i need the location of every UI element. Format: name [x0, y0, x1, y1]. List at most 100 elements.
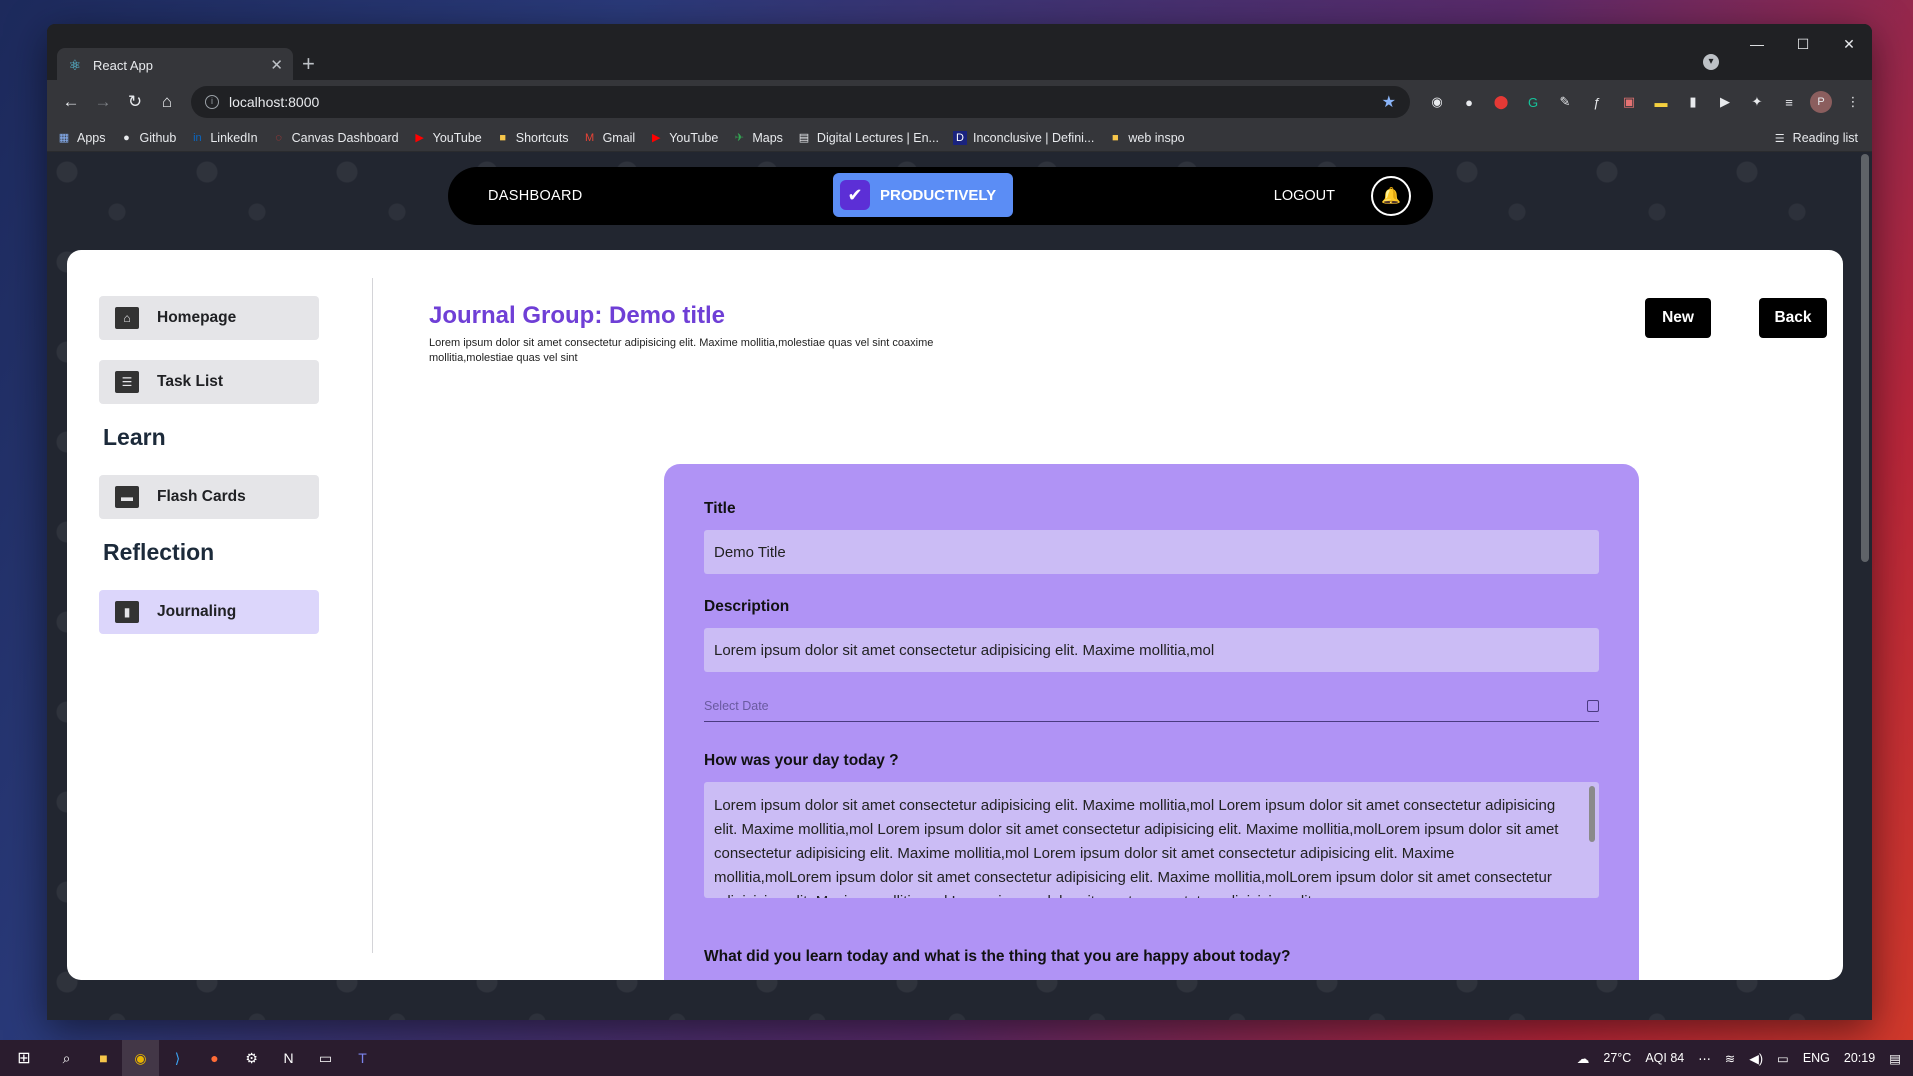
notion-icon[interactable]: N [270, 1040, 307, 1076]
extension-icon[interactable]: ▶ [1714, 91, 1736, 113]
brand-logo[interactable]: ✔ PRODUCTIVELY [833, 173, 1013, 217]
tab-title: React App [93, 57, 153, 73]
terminal-icon[interactable]: ▭ [307, 1040, 344, 1076]
menu-kebab-icon[interactable]: ⋮ [1842, 91, 1864, 113]
sidebar-item-label: Task List [157, 373, 224, 390]
profile-avatar[interactable]: P [1810, 91, 1832, 113]
back-button[interactable]: Back [1759, 298, 1827, 338]
browser-tab[interactable]: ⚛ React App ✕ [57, 48, 293, 82]
battery-icon[interactable]: ▭ [1777, 1051, 1789, 1066]
bell-icon[interactable]: 🔔 [1371, 176, 1411, 216]
reading-list-icon: ☰ [1774, 132, 1785, 145]
tab-search-icon[interactable]: ▾ [1703, 54, 1719, 70]
url-text[interactable]: localhost:8000 [229, 94, 1382, 110]
reload-icon[interactable]: ↻ [119, 92, 151, 112]
q1-text: Lorem ipsum dolor sit amet consectetur a… [714, 797, 1559, 898]
sidebar-item-task-list[interactable]: ☰ Task List [99, 360, 319, 404]
lectures-icon: ▤ [798, 132, 810, 144]
new-tab-button[interactable]: + [302, 51, 315, 77]
extensions-bar: ◉ ● ⬤ G ✎ ƒ ▣ ▬ ▮ ▶ ✦ ≡ P ⋮ [1426, 91, 1864, 113]
minimize-icon[interactable]: — [1734, 24, 1780, 64]
sidebar-item-homepage[interactable]: ⌂ Homepage [99, 296, 319, 340]
chrome-icon[interactable]: ◉ [122, 1040, 159, 1076]
extension-icon[interactable]: ⬤ [1490, 91, 1512, 113]
bookmark-star-icon[interactable]: ★ [1382, 92, 1396, 112]
grammarly-icon[interactable]: G [1522, 91, 1544, 113]
close-window-icon[interactable]: ✕ [1826, 24, 1872, 64]
clock[interactable]: 20:19 [1844, 1051, 1875, 1065]
forward-arrow-icon[interactable]: → [87, 92, 119, 112]
extension-icon[interactable]: ▮ [1682, 91, 1704, 113]
reading-list-button[interactable]: ☰ Reading list [1773, 131, 1858, 145]
vscode-icon[interactable]: ⟩ [159, 1040, 196, 1076]
bookmark-shortcuts[interactable]: ■ Shortcuts [496, 131, 568, 145]
new-button[interactable]: New [1645, 298, 1711, 338]
weather-icon[interactable]: ☁ [1577, 1051, 1590, 1066]
description-input[interactable]: Lorem ipsum dolor sit amet consectetur a… [704, 628, 1599, 672]
media-control-icon[interactable]: ≡ [1778, 91, 1800, 113]
volume-icon[interactable]: ◀) [1749, 1051, 1763, 1066]
teams-icon[interactable]: T [344, 1040, 381, 1076]
notifications-icon[interactable]: ▤ [1889, 1051, 1901, 1066]
language-indicator[interactable]: ENG [1803, 1051, 1830, 1065]
bookmark-gmail[interactable]: M Gmail [583, 131, 635, 145]
puzzle-icon[interactable]: ✦ [1746, 91, 1768, 113]
date-picker[interactable]: Select Date [704, 690, 1599, 722]
page-viewport: DASHBOARD ✔ PRODUCTIVELY LOGOUT 🔔 ⌂ Home… [47, 152, 1872, 1020]
search-icon[interactable]: ⌕ [48, 1040, 85, 1076]
q1-textarea[interactable]: Lorem ipsum dolor sit amet consectetur a… [704, 782, 1599, 898]
bookmark-web-inspo[interactable]: ■ web inspo [1108, 131, 1185, 145]
sidebar-item-flash-cards[interactable]: ▬ Flash Cards [99, 475, 319, 519]
extension-icon[interactable]: ✎ [1554, 91, 1576, 113]
q2-label: What did you learn today and what is the… [704, 948, 1291, 965]
scrollbar-thumb[interactable] [1861, 154, 1869, 562]
apps-grid-icon: ▦ [58, 132, 70, 144]
tab-strip: ⚛ React App ✕ + ▾ — ☐ ✕ [47, 24, 1872, 82]
app-icon[interactable]: ⚙ [233, 1040, 270, 1076]
site-info-icon[interactable]: i [205, 95, 219, 109]
maximize-icon[interactable]: ☐ [1780, 24, 1826, 64]
extension-icon[interactable]: ▬ [1650, 91, 1672, 113]
bookmark-github[interactable]: ● Github [120, 131, 176, 145]
page-description: Lorem ipsum dolor sit amet consectetur a… [429, 337, 934, 364]
overflow-icon[interactable]: ⋯ [1698, 1051, 1711, 1066]
dashboard-link[interactable]: DASHBOARD [488, 188, 583, 204]
extension-icon[interactable]: ƒ [1586, 91, 1608, 113]
extension-icon[interactable]: ▣ [1618, 91, 1640, 113]
weather-temp[interactable]: 27°C [1603, 1051, 1631, 1065]
bookmark-maps[interactable]: ✈ Maps [732, 131, 783, 145]
textarea-scrollbar[interactable] [1589, 786, 1595, 842]
bookmark-inconclusive[interactable]: D Inconclusive | Defini... [952, 130, 1094, 145]
home-icon[interactable]: ⌂ [151, 92, 183, 112]
react-icon: ⚛ [68, 57, 82, 73]
back-arrow-icon[interactable]: ← [55, 92, 87, 112]
bookmark-digital-lectures[interactable]: ▤ Digital Lectures | En... [797, 131, 939, 145]
page-title: Journal Group: Demo title [429, 302, 726, 329]
address-bar[interactable]: i localhost:8000 ★ [191, 86, 1410, 118]
sidebar-item-label: Journaling [157, 603, 237, 620]
section-heading-learn: Learn [103, 424, 166, 450]
calendar-icon[interactable] [1587, 699, 1599, 712]
file-explorer-icon[interactable]: ■ [85, 1040, 122, 1076]
taskbar: ⊞ ⌕ ■ ◉ ⟩ ● ⚙ N ▭ T ☁ 27°C AQI 84 ⋯ ≋ ◀)… [0, 1040, 1913, 1076]
sidebar-item-journaling[interactable]: ▮ Journaling [99, 590, 319, 634]
postman-icon[interactable]: ● [196, 1040, 233, 1076]
bookmark-youtube[interactable]: ▶ YouTube [413, 131, 481, 145]
bookmark-youtube-2[interactable]: ▶ YouTube [649, 131, 718, 145]
bookmark-canvas[interactable]: ◌ Canvas Dashboard [272, 131, 398, 145]
bookmark-apps[interactable]: ▦ Apps [57, 131, 106, 145]
extension-icon[interactable]: ● [1458, 91, 1480, 113]
close-tab-icon[interactable]: ✕ [270, 56, 283, 74]
wifi-icon[interactable]: ≋ [1725, 1051, 1735, 1066]
title-input[interactable]: Demo Title [704, 530, 1599, 574]
gmail-icon: M [584, 131, 595, 144]
page-scrollbar[interactable] [1860, 154, 1870, 1014]
folder-icon: ■ [1112, 131, 1119, 144]
logout-link[interactable]: LOGOUT [1274, 188, 1335, 204]
journal-icon: ▮ [115, 601, 139, 623]
windows-start-icon[interactable]: ⊞ [0, 1048, 48, 1068]
bookmark-linkedin[interactable]: in LinkedIn [190, 131, 258, 145]
extension-icon[interactable]: ◉ [1426, 91, 1448, 113]
aqi-text[interactable]: AQI 84 [1645, 1051, 1684, 1065]
browser-toolbar: ← → ↻ ⌂ i localhost:8000 ★ ◉ ● ⬤ G ✎ ƒ ▣… [47, 80, 1872, 124]
